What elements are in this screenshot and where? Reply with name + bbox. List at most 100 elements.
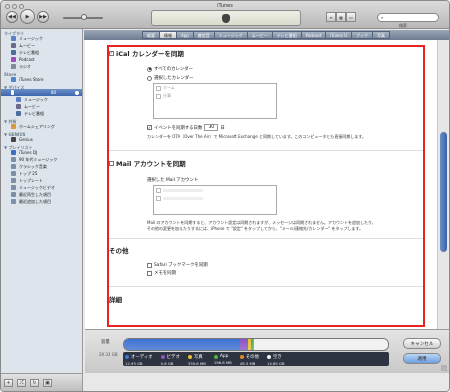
all-calendars-radio-dot[interactable]	[147, 66, 152, 72]
genius-icon	[11, 137, 16, 142]
calendar-work-check[interactable]	[156, 93, 161, 99]
capacity-footer: 容量 29.33 GB オーディオ 12.95 GB ビデオ 0.8 GB 写真 339.…	[85, 329, 449, 373]
legend-label: その他	[245, 355, 259, 360]
mail-sync-check[interactable]	[109, 160, 114, 166]
sidebar-item-device-movies[interactable]: ムービー	[1, 103, 82, 110]
artwork-toggle-icon[interactable]: ▣	[43, 379, 52, 387]
fast-forward-icon[interactable]: ▶▶	[37, 11, 49, 23]
volume-knob[interactable]	[81, 14, 87, 20]
ical-section-title: iCal カレンダーを同期	[116, 50, 184, 58]
sidebar-item-itunes-store[interactable]: iTunes Store	[1, 76, 82, 83]
legend-value: 14.85 GB	[266, 361, 285, 366]
sidebar-item-tv[interactable]: テレビ番組	[1, 49, 82, 56]
tab-podcasts[interactable]: Podcast	[300, 31, 327, 39]
sidebar-item-genius[interactable]: Genius	[1, 136, 82, 143]
legend-label: App	[219, 354, 229, 359]
sidebar-item-podcast[interactable]: Podcast	[1, 56, 82, 63]
podcast-icon	[11, 57, 16, 62]
sync-events-checkbox[interactable]: イベントを同期する日数 日	[147, 124, 225, 131]
sidebar-item-radio[interactable]: ラジオ	[1, 63, 82, 70]
add-playlist-icon[interactable]: +	[4, 379, 13, 387]
legend-swatch	[239, 355, 244, 359]
eject-icon[interactable]	[75, 90, 79, 95]
rewind-icon[interactable]: ◀◀	[6, 11, 18, 23]
device-capacity-badge: 80	[51, 90, 57, 95]
home-icon	[11, 124, 16, 129]
resize-grip-icon[interactable]	[441, 365, 447, 371]
ical-sync-check[interactable]	[109, 50, 114, 56]
calendar-home-check[interactable]	[156, 85, 161, 91]
calendar-work-item[interactable]: 仕事	[154, 92, 276, 100]
sidebar-item-itunes-dj[interactable]: iTunes DJ	[1, 149, 82, 156]
smart-playlist-icon	[11, 192, 16, 197]
tab-books[interactable]: ブック	[351, 31, 374, 39]
mail-account-item[interactable]	[154, 194, 276, 202]
toolbar: iTunes ◀◀ ▶ ▶▶ ≡ ▦ ▭ ⌕ 検索	[1, 1, 449, 29]
tab-apps[interactable]: App	[175, 31, 194, 39]
legend-label: 空き	[272, 355, 282, 360]
tab-summary[interactable]: 概要	[141, 31, 160, 39]
sidebar-item-playlist[interactable]: トップレート	[1, 177, 82, 184]
sidebar-item-device-music[interactable]: ミュージック	[1, 96, 82, 103]
capacity-legend-item: App 196.8 MB	[213, 354, 232, 366]
shuffle-icon[interactable]: ⤮	[17, 379, 26, 387]
sync-events-check[interactable]	[147, 125, 152, 130]
mail-account-check[interactable]	[156, 187, 161, 193]
search-input[interactable]	[384, 15, 435, 20]
tab-info[interactable]: 情報	[158, 31, 177, 39]
safari-bookmarks-checkbox[interactable]: Safari ブックマークを同期	[147, 262, 208, 268]
movie-icon	[16, 104, 21, 109]
coverflow-view-icon[interactable]: ▭	[346, 12, 356, 22]
sidebar-item-device[interactable]: 80	[1, 89, 82, 96]
notes-sync-check[interactable]	[147, 270, 152, 276]
tab-movies[interactable]: ムービー	[246, 31, 273, 39]
sidebar-item-playlist[interactable]: 最近再生した項目	[1, 191, 82, 198]
safari-bookmarks-check[interactable]	[147, 262, 152, 268]
mail-account-check[interactable]	[156, 195, 161, 201]
sidebar-item-device-tv[interactable]: テレビ番組	[1, 110, 82, 117]
tab-music[interactable]: ミュージック	[213, 31, 248, 39]
calendar-list: ホーム 仕事	[153, 83, 277, 119]
tab-tv-shows[interactable]: テレビ番組	[271, 31, 302, 39]
capacity-total: 29.33 GB	[99, 352, 118, 357]
sidebar-item-playlist[interactable]: 90 年代ミュージック	[1, 156, 82, 163]
grid-view-icon[interactable]: ▦	[336, 12, 346, 22]
sidebar-item-playlist[interactable]: トップ 25	[1, 170, 82, 177]
tab-photos[interactable]: 写真	[372, 31, 391, 39]
ical-sync-checkbox[interactable]: iCal カレンダーを同期	[109, 48, 184, 58]
sidebar-item-music[interactable]: ミュージック	[1, 35, 82, 42]
selected-calendars-radio-dot[interactable]	[147, 75, 152, 81]
list-view-icon[interactable]: ≡	[326, 12, 336, 22]
scrollbar-thumb[interactable]	[440, 132, 447, 252]
sidebar-item-playlist[interactable]: クラシック音楽	[1, 163, 82, 170]
play-icon[interactable]: ▶	[20, 9, 35, 24]
section-divider	[109, 238, 425, 239]
selected-calendars-radio[interactable]: 選択したカレンダー	[147, 75, 194, 81]
cancel-button[interactable]: キャンセル	[403, 338, 441, 349]
calendar-home-item[interactable]: ホーム	[154, 84, 276, 92]
dj-icon	[11, 150, 16, 155]
capacity-segment-1	[240, 339, 249, 350]
capacity-legend-item: 写真 339.8 MB	[187, 354, 206, 366]
legend-swatch	[125, 355, 129, 359]
tab-itunes-u[interactable]: iTunes U	[325, 31, 353, 39]
mail-account-item[interactable]	[154, 186, 276, 194]
mail-accounts-label: 選択した Mail アカウント	[147, 178, 199, 183]
content-scrollbar[interactable]	[437, 40, 449, 329]
radio-icon	[11, 64, 16, 69]
sidebar-item-playlist[interactable]: ミュージックビデオ	[1, 184, 82, 191]
sidebar-item-playlist[interactable]: 最近追加した項目	[1, 198, 82, 205]
mail-section-title: Mail アカウントを同期	[116, 160, 186, 168]
all-calendars-radio[interactable]: すべてのカレンダー	[147, 66, 193, 72]
sidebar-item-movies[interactable]: ムービー	[1, 42, 82, 49]
sidebar-item-home-sharing[interactable]: ホームシェアリング	[1, 123, 82, 130]
smart-playlist-icon	[11, 157, 16, 162]
apply-button[interactable]: 適用	[403, 353, 441, 364]
sync-days-input[interactable]	[204, 124, 219, 131]
search-field[interactable]: ⌕	[377, 13, 439, 22]
blurred-account	[163, 196, 203, 200]
tab-ringtones[interactable]: 着信音	[192, 31, 215, 39]
notes-sync-checkbox[interactable]: メモを同期	[147, 270, 176, 276]
repeat-icon[interactable]: ↻	[30, 379, 39, 387]
mail-sync-checkbox[interactable]: Mail アカウントを同期	[109, 158, 186, 168]
